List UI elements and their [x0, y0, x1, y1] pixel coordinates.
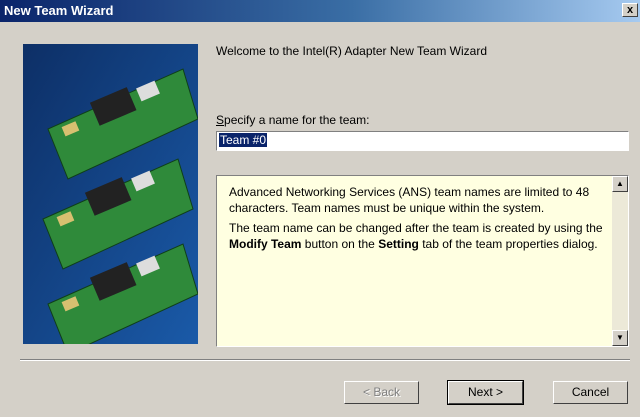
info-text: Advanced Networking Services (ANS) team … [229, 184, 604, 256]
welcome-heading: Welcome to the Intel(R) Adapter New Team… [216, 44, 487, 58]
scroll-up-icon: ▲ [616, 179, 624, 188]
next-button[interactable]: Next > [447, 380, 524, 405]
network-adapter-image [23, 44, 198, 344]
cancel-button[interactable]: Cancel [553, 381, 628, 404]
info-p2-a: The team name can be changed after the t… [229, 221, 603, 235]
close-icon: x [626, 4, 634, 16]
team-name-input[interactable]: Team #0 [216, 131, 629, 151]
scroll-up-button[interactable]: ▲ [612, 176, 628, 192]
team-name-label-text: pecify a name for the team: [224, 113, 370, 127]
info-paragraph-2: The team name can be changed after the t… [229, 220, 604, 252]
team-name-label: Specify a name for the team: [216, 113, 369, 127]
scroll-down-icon: ▼ [616, 333, 624, 342]
info-paragraph-1: Advanced Networking Services (ANS) team … [229, 185, 590, 215]
close-button[interactable]: x [622, 3, 638, 17]
wizard-graphic [23, 44, 198, 344]
team-name-value[interactable]: Team #0 [219, 133, 268, 147]
window-title: New Team Wizard [4, 3, 114, 18]
scroll-down-button[interactable]: ▼ [612, 330, 628, 346]
back-button[interactable]: < Back [344, 381, 419, 404]
info-p2-e: tab of the team properties dialog. [418, 237, 598, 251]
team-name-label-accelerator: S [216, 113, 225, 127]
info-p2-c: button on the [301, 237, 379, 251]
separator [20, 359, 630, 361]
title-bar: New Team Wizard x [0, 0, 640, 22]
info-scrollbar[interactable]: ▲ ▼ [612, 176, 628, 346]
info-box: Advanced Networking Services (ANS) team … [216, 175, 629, 347]
modify-team-bold: Modify Team [229, 237, 302, 251]
setting-bold: Setting [378, 237, 419, 251]
